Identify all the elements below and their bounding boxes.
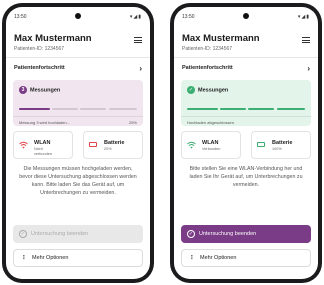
status-icons: ▾◢▮ [129,14,142,20]
more-vertical-icon: ⋮ [21,255,27,261]
more-options-button[interactable]: ⋮ Mehr Optionen [181,249,311,267]
phone-right: 13:50 ▾◢▮ Max Mustermann Patienten-ID: 1… [170,3,322,283]
measurements-title: Messungen [30,87,61,94]
screen-left: 13:50 ▾◢▮ Max Mustermann Patienten-ID: 1… [6,7,150,279]
camera-cutout [243,13,249,19]
info-message: Die Messungen müssen hochgeladen werden,… [19,166,137,196]
patient-progress-row[interactable]: Patientenfortschritt › [182,64,310,75]
wifi-icon [187,141,196,151]
measurements-header: ✓ Messungen [187,86,228,94]
divider [174,57,318,58]
status-icons: ▾◢▮ [297,14,310,20]
wifi-icon [19,141,28,151]
hamburger-menu-icon[interactable] [134,37,142,44]
battery-tile[interactable]: Batterie 20% [83,131,143,159]
device-status-tiles: WLAN Nicht verbunden Batterie 20% [13,131,143,159]
status-time: 13:50 [14,14,27,20]
progress-segment-2 [220,108,246,110]
patient-progress-label: Patientenfortschritt [14,65,65,71]
upload-progress-bar [187,108,305,110]
hamburger-menu-icon[interactable] [302,37,310,44]
chevron-right-icon: › [307,64,310,73]
battery-status: 20% [104,147,112,151]
check-circle-icon: ✓ [19,230,27,238]
wlan-status: Nicht verbunden [34,147,52,156]
more-vertical-icon: ⋮ [189,255,195,261]
end-examination-label: Untersuchung beenden [31,231,89,237]
wlan-label: WLAN [202,140,219,146]
check-badge-icon: ✓ [187,86,195,94]
wlan-status: Verbunden [202,147,221,151]
measurements-header: 3 Messungen [19,86,60,94]
patient-progress-row[interactable]: Patientenfortschritt › [14,64,142,75]
battery-label: Batterie [272,140,293,146]
battery-tile[interactable]: Batterie 100% [251,131,311,159]
patient-id: Patienten-ID: 1234567 [182,46,233,52]
wlan-tile[interactable]: WLAN Verbunden [181,131,241,159]
upload-status-text: Hochladen abgeschlossen [187,120,234,125]
progress-segment-1 [187,108,218,110]
wlan-tile[interactable]: WLAN Nicht verbunden [13,131,73,159]
end-examination-button[interactable]: ✓ Untersuchung beenden [181,225,311,243]
camera-cutout [75,13,81,19]
upload-percent: 25% [128,120,137,125]
progress-segment-3 [80,108,107,110]
check-circle-icon: ✓ [187,230,195,238]
progress-segment-4 [276,108,305,110]
patient-id: Patienten-ID: 1234567 [14,46,65,52]
measurements-title: Messungen [198,87,229,94]
patient-name: Max Mustermann [14,33,92,44]
more-options-label: Mehr Optionen [200,255,237,261]
battery-icon [257,141,265,149]
screen-right: 13:50 ▾◢▮ Max Mustermann Patienten-ID: 1… [174,7,318,279]
chevron-right-icon: › [139,64,142,73]
end-examination-button[interactable]: ✓ Untersuchung beenden [13,225,143,243]
progress-segment-2 [52,108,78,110]
battery-label: Batterie [104,140,125,146]
upload-status: Hochladen abgeschlossen [181,116,311,126]
upload-status-text: Messung 3 wird hochladen... [19,120,70,125]
progress-segment-4 [108,108,137,110]
wlan-label: WLAN [34,140,51,146]
end-examination-label: Untersuchung beenden [199,231,257,237]
divider [6,57,150,58]
measurement-count-badge: 3 [19,86,27,94]
battery-icon [89,141,97,149]
info-message: Bitte stellen Sie eine WLAN-Verbindung h… [189,166,303,188]
progress-segment-3 [248,108,275,110]
upload-progress-bar [19,108,137,110]
patient-name: Max Mustermann [182,33,260,44]
device-status-tiles: WLAN Verbunden Batterie 100% [181,131,311,159]
progress-segment-1 [19,108,50,110]
measurements-card: ✓ Messungen Hochladen abgeschlossen [181,80,311,126]
status-time: 13:50 [182,14,195,20]
battery-status: 100% [272,147,282,151]
patient-progress-label: Patientenfortschritt [182,65,233,71]
more-options-button[interactable]: ⋮ Mehr Optionen [13,249,143,267]
upload-status: Messung 3 wird hochladen... 25% [13,116,143,126]
measurements-card: 3 Messungen Messung 3 wird hochladen... 2… [13,80,143,126]
more-options-label: Mehr Optionen [32,255,69,261]
phone-left: 13:50 ▾◢▮ Max Mustermann Patienten-ID: 1… [2,3,154,283]
